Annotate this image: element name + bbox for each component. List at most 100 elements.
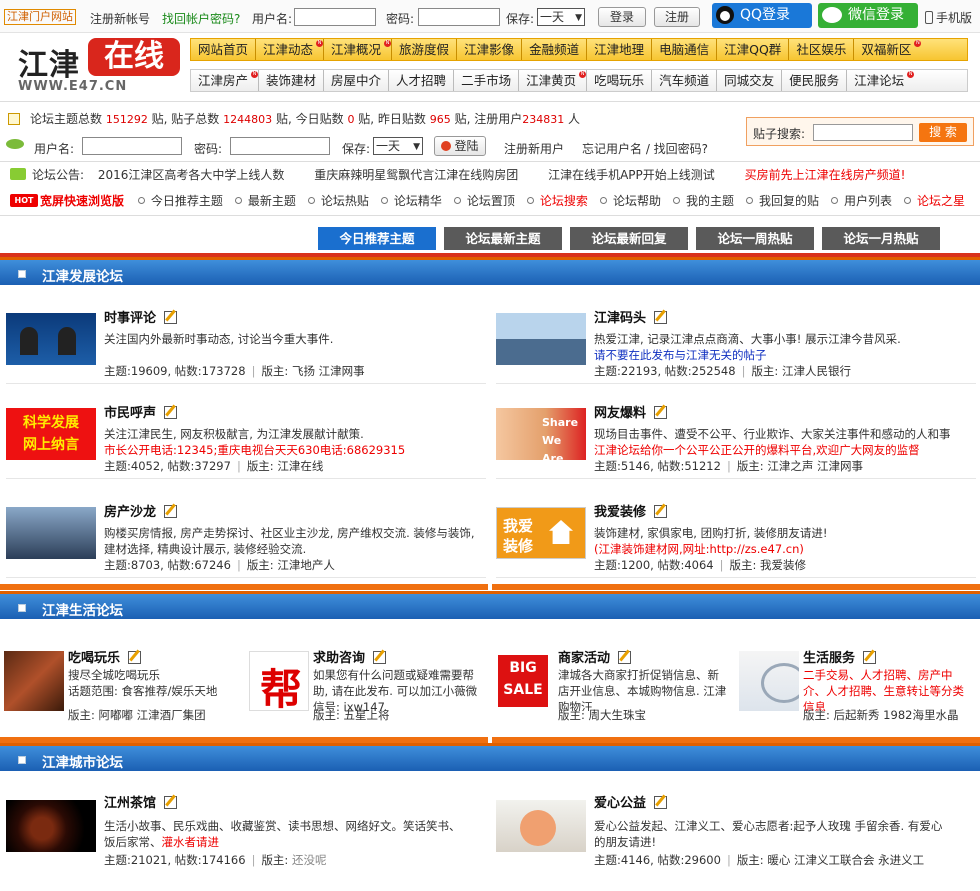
tab-1[interactable]: 论坛最新主题 bbox=[444, 227, 562, 250]
nav-item[interactable]: 江津地理 bbox=[587, 39, 653, 60]
quick-link[interactable]: 最新主题 bbox=[235, 194, 296, 208]
mobile-version-link[interactable]: 手机版 bbox=[925, 9, 972, 26]
nav-item[interactable]: 江津黄页 N bbox=[519, 70, 588, 91]
forum-name[interactable]: 生活服务 bbox=[803, 647, 877, 666]
nav-item[interactable]: 江津QQ群 bbox=[717, 39, 790, 60]
forum-name[interactable]: 时事评论 bbox=[104, 307, 178, 326]
quick-link[interactable]: 论坛精华 bbox=[381, 194, 442, 208]
forum-thumbnail[interactable] bbox=[739, 651, 799, 711]
forum-name[interactable]: 爱心公益 bbox=[594, 792, 668, 811]
forum-thumbnail[interactable] bbox=[6, 507, 96, 559]
forum-item[interactable]: 房产沙龙 购楼买房情报, 房产走势探讨、社区业主沙龙, 房产维权交流. 装修与装饰… bbox=[6, 501, 486, 581]
forum-item[interactable]: 求助咨询如果您有什么问题或疑难需要帮助, 请在此发布. 可以加江小薇微信号: j… bbox=[249, 645, 489, 733]
edit-icon[interactable] bbox=[654, 796, 668, 809]
forum-register-link[interactable]: 注册新用户 bbox=[504, 140, 564, 157]
qq-login-button[interactable]: QQ登录 bbox=[712, 3, 812, 28]
wechat-login-button[interactable]: 微信登录 bbox=[818, 3, 918, 28]
portal-link[interactable]: 江津门户网站 bbox=[4, 9, 76, 25]
password-input[interactable] bbox=[418, 8, 500, 26]
quick-link[interactable]: 我回复的贴 bbox=[746, 194, 819, 208]
search-input[interactable] bbox=[813, 124, 913, 141]
quick-link[interactable]: 今日推荐主题 bbox=[138, 194, 223, 208]
forum-thumbnail[interactable] bbox=[496, 408, 586, 460]
forum-name[interactable]: 吃喝玩乐 bbox=[68, 647, 142, 666]
nav-item[interactable]: 电脑通信 bbox=[652, 39, 718, 60]
edit-icon[interactable] bbox=[618, 651, 632, 664]
forum-name[interactable]: 江津码头 bbox=[594, 307, 668, 326]
forum-thumbnail[interactable]: 科学发展 网上纳言 bbox=[6, 408, 96, 460]
search-button[interactable]: 搜 索 bbox=[919, 123, 967, 142]
forum-login-button[interactable]: 登陆 bbox=[434, 136, 486, 156]
forum-item[interactable]: 我爱装修装饰建材, 家俱家电, 团购打折, 装修朋友请进!(江津装饰建材网,网址… bbox=[496, 501, 976, 581]
tab-3[interactable]: 论坛一周热贴 bbox=[696, 227, 814, 250]
forum-username-input[interactable] bbox=[82, 137, 182, 155]
edit-icon[interactable] bbox=[128, 651, 142, 664]
edit-icon[interactable] bbox=[164, 505, 178, 518]
quick-link[interactable]: 我的主题 bbox=[673, 194, 734, 208]
edit-icon[interactable] bbox=[654, 406, 668, 419]
nav-item[interactable]: 江津动态 N bbox=[256, 39, 325, 60]
recover-password-link[interactable]: 找回帐户密码? bbox=[162, 10, 240, 27]
edit-icon[interactable] bbox=[654, 505, 668, 518]
nav-item[interactable]: 装饰建材 bbox=[259, 70, 325, 91]
quick-link[interactable]: 论坛帮助 bbox=[600, 194, 661, 208]
site-logo[interactable]: 江津 在线 WWW.E47.CN bbox=[16, 38, 182, 94]
notice-item[interactable]: 买房前先上江津在线房产频道! bbox=[745, 168, 906, 182]
forum-item[interactable]: 吃喝玩乐 搜尽全城吃喝玩乐 话题范围: 食客推荐/娱乐天地 版主: 阿嘟嘟 江津酒厂集… bbox=[4, 645, 244, 733]
nav-item[interactable]: 人才招聘 bbox=[389, 70, 455, 91]
edit-icon[interactable] bbox=[863, 651, 877, 664]
forum-name[interactable]: 房产沙龙 bbox=[104, 501, 178, 520]
tab-2[interactable]: 论坛最新回复 bbox=[570, 227, 688, 250]
forum-thumbnail[interactable] bbox=[494, 651, 554, 711]
forum-thumbnail[interactable] bbox=[249, 651, 309, 711]
username-input[interactable] bbox=[294, 8, 376, 26]
nav-item[interactable]: 双福新区 N bbox=[854, 39, 922, 60]
nav-item[interactable]: 便民服务 bbox=[782, 70, 848, 91]
forum-item[interactable]: 时事评论 关注国内外最新时事动态, 讨论当今重大事件. 主题:19609, 帖数:1… bbox=[6, 307, 486, 387]
forum-item[interactable]: 江津码头 热爱江津, 记录江津点点商滴、大事小事! 展示江津今昔风采. 请不要在此发… bbox=[496, 307, 976, 387]
notice-item[interactable]: 江津在线手机APP开始上线测试 bbox=[548, 168, 715, 182]
quick-link[interactable]: 论坛热贴 bbox=[308, 194, 369, 208]
forum-item[interactable]: 商家活动津城各大商家打折促销信息、新店开业信息、本城购物信息. 江津购物汪.版主… bbox=[494, 645, 734, 733]
forum-name[interactable]: 江州茶馆 bbox=[104, 792, 178, 811]
nav-item[interactable]: 同城交友 bbox=[717, 70, 783, 91]
forum-thumbnail[interactable] bbox=[6, 313, 96, 365]
forum-item[interactable]: 科学发展 网上纳言 市民呼声 关注江津民生, 网友积极献言, 为江津发展献计献策. 市长… bbox=[6, 402, 486, 482]
forum-name[interactable]: 市民呼声 bbox=[104, 402, 178, 421]
nav-item[interactable]: 江津论坛 N bbox=[847, 70, 915, 91]
tab-4[interactable]: 论坛一月热贴 bbox=[822, 227, 940, 250]
nav-item[interactable]: 金融频道 bbox=[522, 39, 588, 60]
forum-forgot-link[interactable]: 忘记用户名 / 找回密码? bbox=[582, 140, 708, 157]
notice-item[interactable]: 2016江津区高考各大中学上线人数 bbox=[98, 168, 285, 182]
edit-icon[interactable] bbox=[654, 311, 668, 324]
quick-link[interactable]: 用户列表 bbox=[831, 194, 892, 208]
nav-item[interactable]: 汽车频道 bbox=[652, 70, 718, 91]
nav-item[interactable]: 江津影像 bbox=[457, 39, 523, 60]
forum-item[interactable]: 爱心公益 爱心公益发起、江津义工、爱心志愿者:起予人玫瑰 手留余香. 有爱心的朋友… bbox=[496, 792, 976, 872]
signup-button[interactable]: 注册 bbox=[654, 7, 700, 27]
login-button[interactable]: 登录 bbox=[598, 7, 646, 27]
quick-link[interactable]: 论坛置顶 bbox=[454, 194, 515, 208]
forum-thumbnail[interactable] bbox=[496, 313, 586, 365]
nav-item[interactable]: 社区娱乐 bbox=[789, 39, 855, 60]
forum-item[interactable]: 江州茶馆 生活小故事、民乐戏曲、收藏鉴赏、读书思想、网络好文。笑话笑书、饭后家常、… bbox=[6, 792, 486, 872]
register-link[interactable]: 注册新帐号 bbox=[90, 10, 150, 27]
tab-0[interactable]: 今日推荐主题 bbox=[318, 227, 436, 250]
forum-name[interactable]: 网友爆料 bbox=[594, 402, 668, 421]
nav-item[interactable]: 江津概况 N bbox=[324, 39, 393, 60]
edit-icon[interactable] bbox=[164, 796, 178, 809]
nav-item[interactable]: 旅游度假 bbox=[392, 39, 458, 60]
quick-link[interactable]: 论坛之星 bbox=[904, 194, 965, 208]
forum-name[interactable]: 商家活动 bbox=[558, 647, 632, 666]
forum-item[interactable]: 网友爆料现场目击事件、遭受不公平、行业欺诈、大家关注事件和感动的人和事江津论坛给… bbox=[496, 402, 976, 482]
nav-item[interactable]: 江津房产 N bbox=[191, 70, 260, 91]
forum-thumbnail[interactable] bbox=[496, 800, 586, 852]
edit-icon[interactable] bbox=[373, 651, 387, 664]
forum-name[interactable]: 求助咨询 bbox=[313, 647, 387, 666]
nav-item[interactable]: 网站首页 bbox=[191, 39, 257, 60]
forum-password-input[interactable] bbox=[230, 137, 330, 155]
forum-save-select[interactable]: 一天 bbox=[373, 137, 423, 155]
forum-thumbnail[interactable] bbox=[496, 507, 586, 559]
wide-version-link[interactable]: 宽屏快速浏览版 bbox=[40, 194, 124, 208]
nav-item[interactable]: 二手市场 bbox=[454, 70, 520, 91]
